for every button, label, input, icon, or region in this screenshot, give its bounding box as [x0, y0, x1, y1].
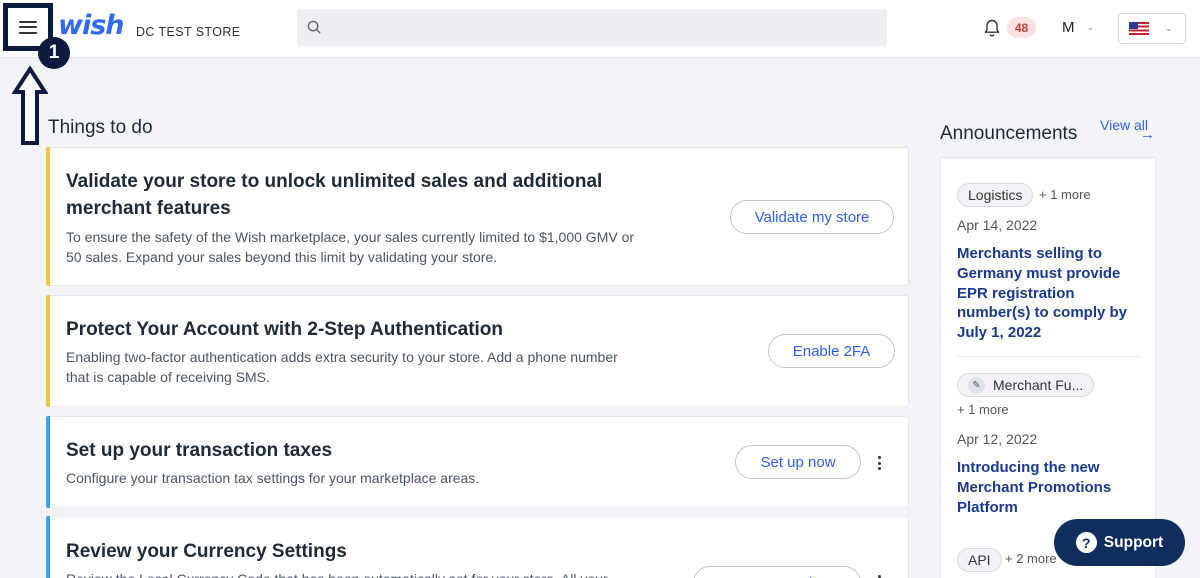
announcement-headline-link[interactable]: Merchants selling to Germany must provid…: [957, 244, 1147, 343]
us-flag-icon: [1129, 22, 1149, 35]
card-accent-bar: [46, 416, 50, 508]
announcement-tag-label: Merchant Fu...: [993, 377, 1084, 393]
annotation-arrow-icon: [12, 66, 48, 145]
announcements-heading: Announcements: [940, 123, 1078, 144]
divider: [957, 356, 1140, 357]
top-header: wish DC TEST STORE 48 M ⌄ ⌄: [0, 0, 1200, 58]
search-bar[interactable]: [297, 9, 887, 46]
help-icon: ?: [1075, 532, 1097, 553]
announcement-tag[interactable]: ✎ Merchant Fu...: [957, 373, 1095, 397]
todo-card-currency-settings: Review your Currency Settings Review the…: [46, 516, 909, 578]
search-input[interactable]: [330, 12, 887, 43]
announcement-tag[interactable]: Logistics: [957, 183, 1034, 207]
todo-card-transaction-taxes: Set up your transaction taxes Configure …: [46, 416, 909, 508]
announcement-more-tags[interactable]: + 1 more: [1039, 187, 1091, 202]
announcement-date: Apr 12, 2022: [957, 431, 1038, 447]
annotation-number-badge: 1: [38, 37, 70, 69]
things-to-do-heading: Things to do: [48, 117, 153, 138]
notification-count-badge[interactable]: 48: [1007, 17, 1036, 38]
announcement-more-tags[interactable]: + 1 more: [957, 402, 1009, 417]
card-title: Protect Your Account with 2-Step Authent…: [66, 319, 504, 340]
todo-card-validate-store: Validate your store to unlock unlimited …: [46, 147, 909, 286]
bell-icon[interactable]: [982, 18, 1002, 38]
support-button[interactable]: ? Support: [1054, 519, 1185, 566]
announcement-more-tags[interactable]: + 2 more: [1005, 551, 1057, 566]
chevron-down-icon: ⌄: [1165, 23, 1173, 33]
megaphone-icon: ✎: [968, 376, 985, 394]
announcement-date: Apr 14, 2022: [957, 217, 1038, 233]
chevron-down-icon: ⌄: [1086, 22, 1095, 32]
store-name: DC TEST STORE: [136, 25, 241, 39]
user-initial: M: [1062, 19, 1075, 36]
card-title: Validate your store to unlock unlimited …: [66, 171, 603, 219]
card-description: Review the Local Currency Code that has …: [66, 570, 666, 578]
currency-settings-button[interactable]: Currency Settings: [693, 566, 861, 578]
card-accent-bar: [46, 147, 50, 286]
card-accent-bar: [46, 295, 50, 407]
locale-select[interactable]: ⌄: [1118, 13, 1186, 44]
search-icon: [307, 20, 321, 34]
enable-2fa-button[interactable]: Enable 2FA: [768, 334, 895, 368]
support-label: Support: [1103, 533, 1164, 551]
card-description: To ensure the safety of the Wish marketp…: [66, 229, 635, 265]
card-description: Configure your transaction tax settings …: [66, 470, 480, 486]
set-up-now-button[interactable]: Set up now: [735, 445, 861, 479]
announcement-tag[interactable]: API: [957, 548, 1002, 572]
announcements-panel: Logistics + 1 more Apr 14, 2022 Merchant…: [940, 157, 1156, 578]
card-description: Enabling two-factor authentication adds …: [66, 349, 618, 385]
more-options-icon[interactable]: [878, 456, 882, 470]
card-title: Set up your transaction taxes: [66, 440, 333, 461]
announcement-headline-link[interactable]: Introducing the new Merchant Promotions …: [957, 458, 1147, 517]
view-all-link[interactable]: View all →: [1100, 115, 1160, 143]
validate-my-store-button[interactable]: Validate my store: [730, 200, 894, 234]
hamburger-icon: [19, 20, 37, 34]
card-title: Review your Currency Settings: [66, 541, 347, 562]
wish-logo[interactable]: wish: [58, 10, 124, 41]
todo-card-2fa: Protect Your Account with 2-Step Authent…: [46, 295, 909, 407]
user-menu[interactable]: M ⌄: [1062, 19, 1094, 36]
card-accent-bar: [46, 516, 50, 578]
arrow-right-icon: →: [1140, 126, 1155, 143]
